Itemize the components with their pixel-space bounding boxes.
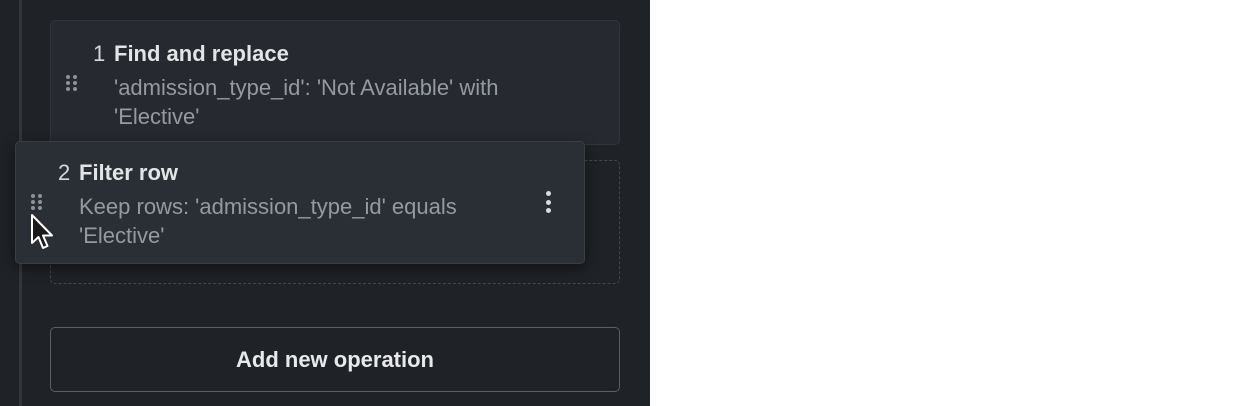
add-new-operation-button[interactable]: Add new operation (50, 327, 620, 392)
operation-title: Filter row (79, 160, 179, 185)
operation-card-1[interactable]: 1 Find and replace 'admission_type_id': … (50, 20, 620, 145)
operation-title: Find and replace (114, 41, 289, 66)
more-vertical-icon[interactable] (543, 191, 553, 213)
operation-description: Keep rows: 'admission_type_id' equals 'E… (79, 194, 457, 248)
operation-description: 'admission_type_id': 'Not Available' wit… (114, 75, 499, 129)
operations-panel: 1 Find and replace 'admission_type_id': … (0, 0, 650, 406)
content-area (650, 0, 1234, 406)
operation-number: 2 (58, 160, 71, 185)
drag-handle-icon[interactable] (31, 194, 43, 214)
operation-card-2[interactable]: 2 Filter row Keep rows: 'admission_type_… (15, 141, 585, 264)
drag-handle-icon[interactable] (66, 75, 78, 95)
mouse-pointer-icon (31, 214, 53, 249)
operation-number: 1 (93, 41, 106, 66)
